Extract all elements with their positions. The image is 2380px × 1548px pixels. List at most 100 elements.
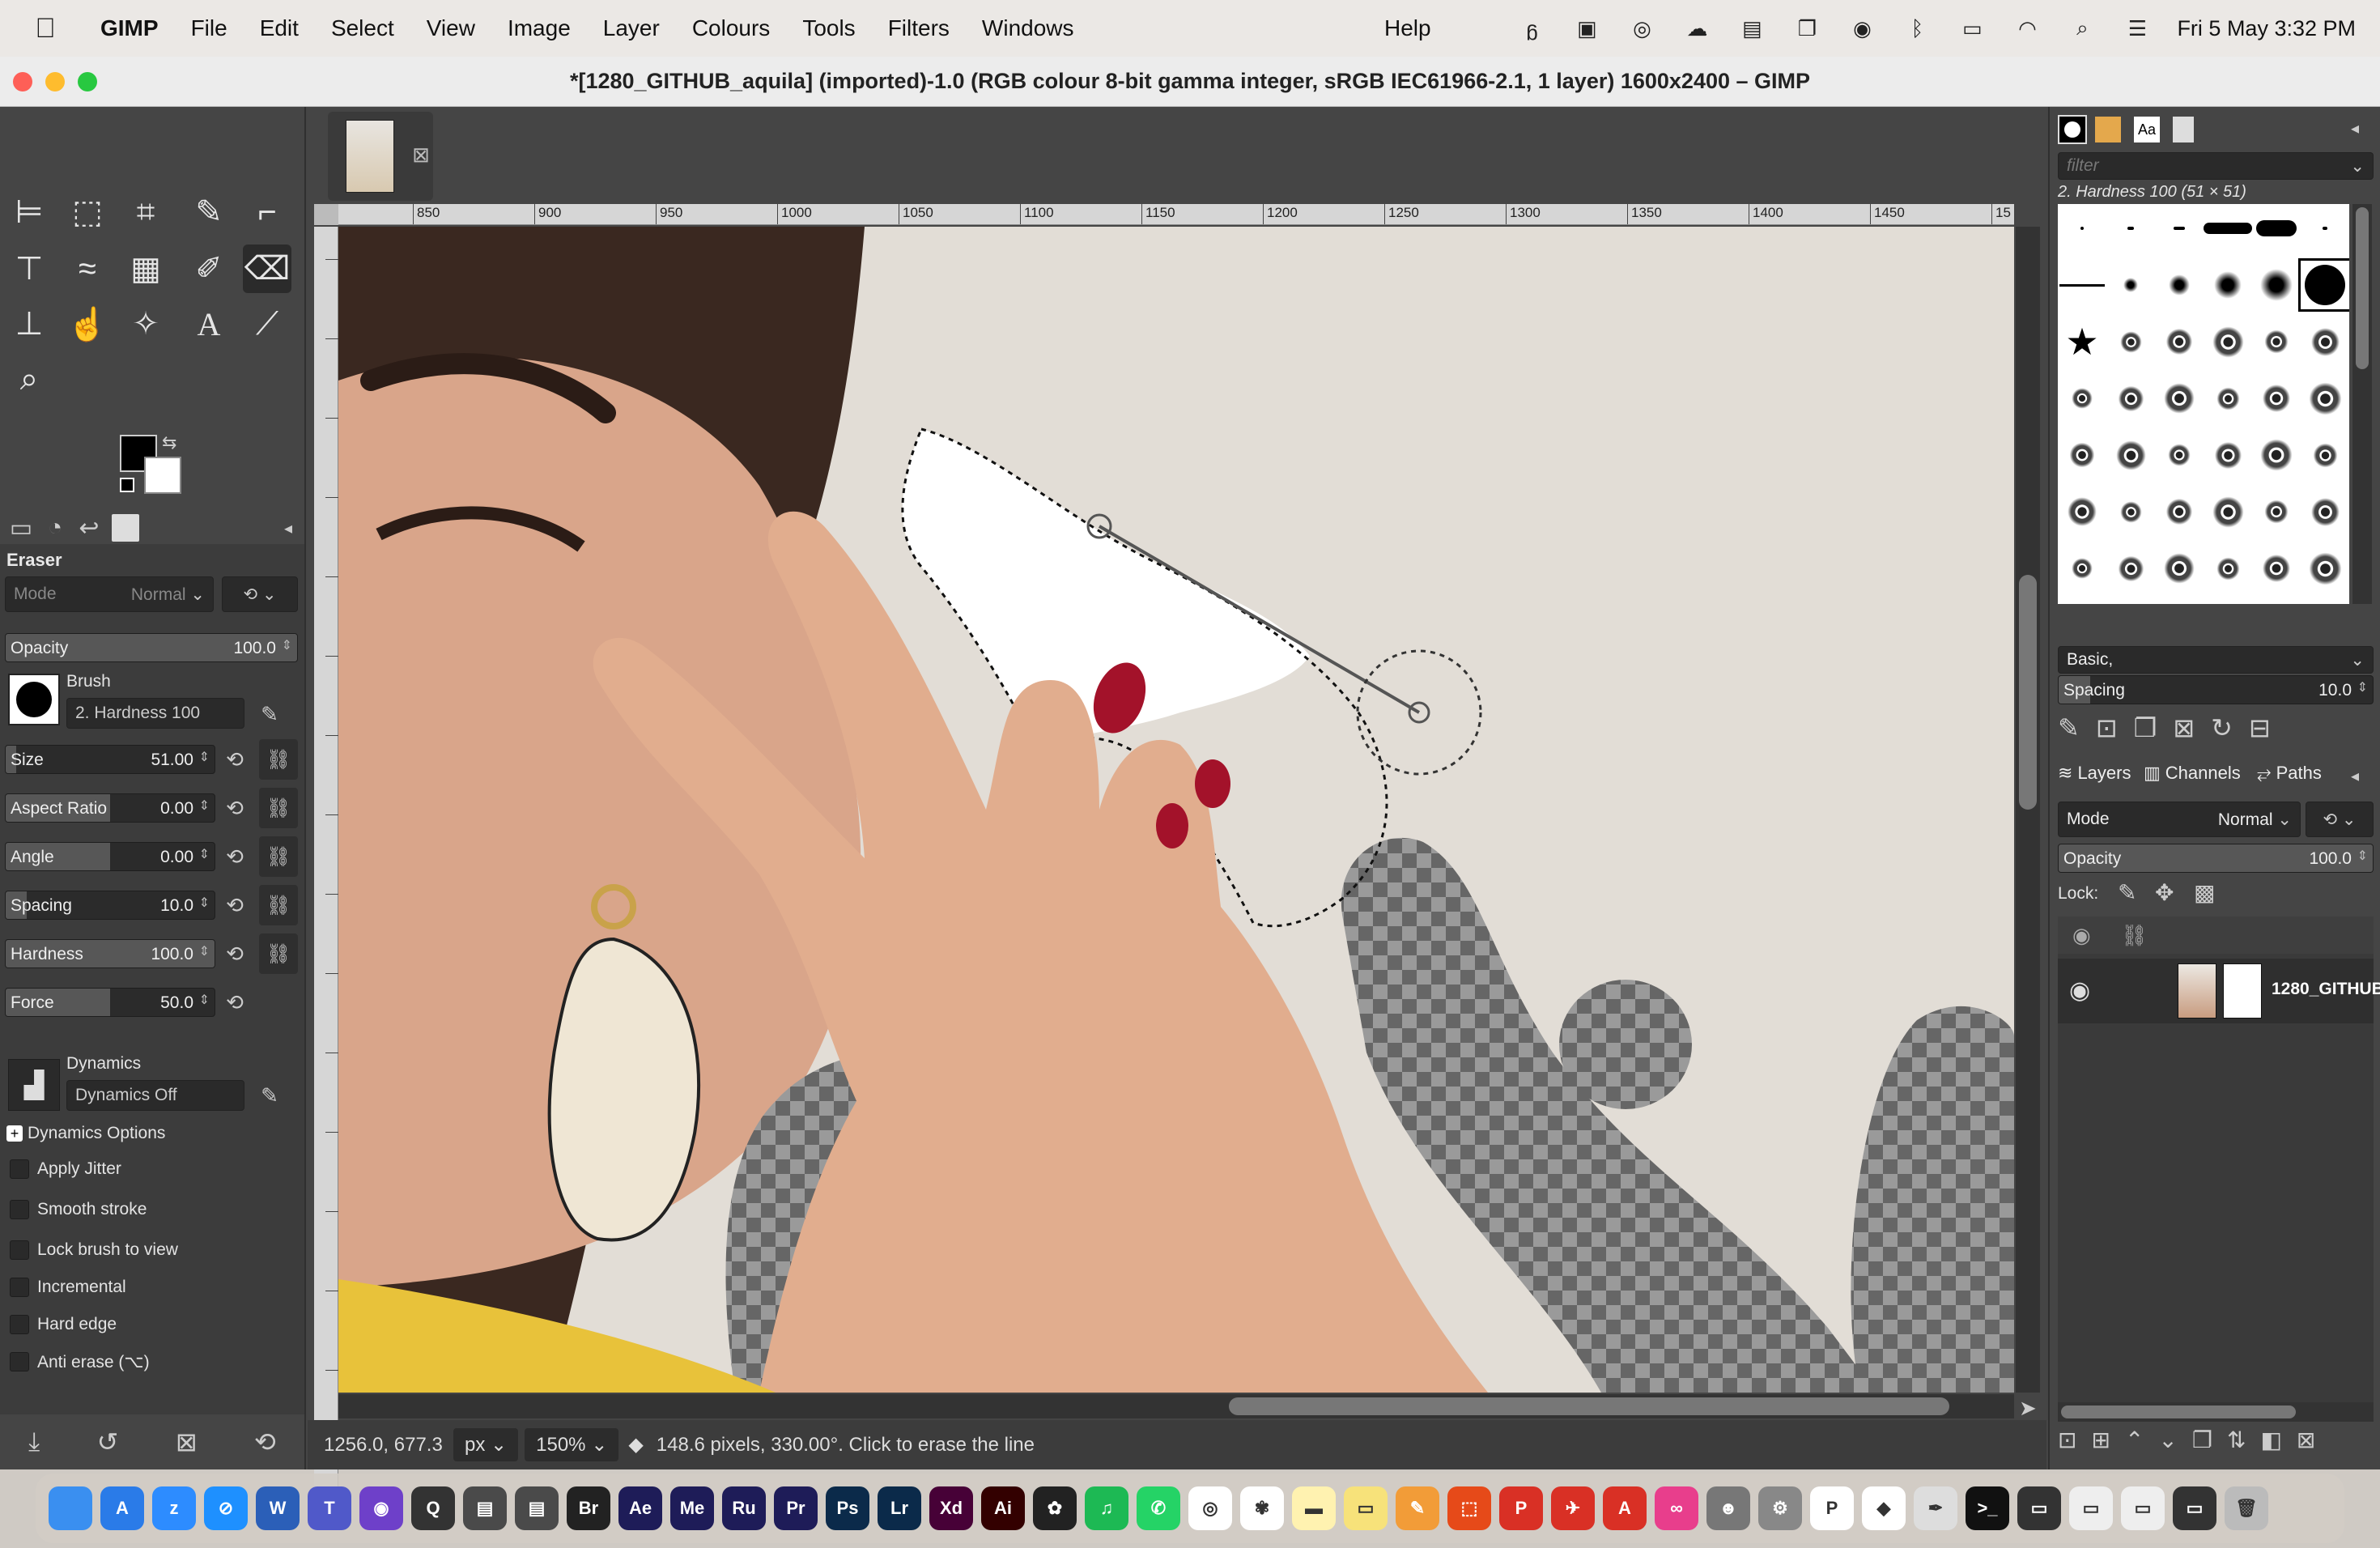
image-canvas[interactable] [338,227,2014,1393]
link-to-brush-icon[interactable]: ⛓ [259,788,298,828]
brush-thumbnail[interactable] [2252,487,2301,536]
unified-transform-tool-icon[interactable]: ⊤ [5,245,53,293]
smooth-stroke-checkbox[interactable] [10,1200,29,1219]
rush-icon[interactable]: Ru [722,1486,766,1530]
zoom-window-button[interactable] [78,72,97,91]
brush-grid[interactable]: ★ [2058,204,2349,604]
notification-app-icon[interactable]: ▤ [1736,16,1767,40]
slider-aspect-ratio[interactable]: Aspect Ratio 0.00 ⇕ [5,793,215,823]
layer-row[interactable]: ◉ 1280_GITHUB [2058,959,2380,1023]
layer-name[interactable]: 1280_GITHUB [2272,980,2380,999]
swap-colors-icon[interactable]: ⇆ [162,432,176,453]
brush-thumbnail[interactable] [2058,544,2106,593]
app-menu[interactable]: GIMP [84,15,175,41]
brush-thumbnail[interactable] [2204,544,2252,593]
device-status-tab-icon[interactable]: ◔ [39,512,71,544]
apply-jitter-checkbox[interactable] [10,1159,29,1179]
dynamics-field[interactable]: Dynamics Off [66,1080,244,1111]
brush-thumbnail[interactable] [2155,261,2204,309]
brush-thumbnail[interactable] [2058,374,2106,423]
menu-help[interactable]: Help [1368,15,1447,41]
text-tool-icon[interactable]: A [185,300,233,348]
hard-edge-checkbox[interactable] [10,1315,29,1334]
airdrop-icon[interactable]: ◉ [1847,16,1877,40]
cloud-app-icon[interactable]: ☁ [1681,16,1712,40]
brush-thumbnail[interactable]: ★ [2058,317,2106,366]
preview-icon[interactable]: ▭ [2173,1486,2216,1530]
chrome-icon[interactable]: ◎ [1188,1486,1232,1530]
brush-thumbnail[interactable] [2106,431,2155,479]
trash-icon[interactable]: 🗑 [2225,1486,2268,1530]
brush-thumbnail[interactable] [2155,374,2204,423]
reset-icon[interactable]: ⟲ [223,844,247,869]
layers-hscroll[interactable] [2058,1402,2374,1422]
delete-layer-icon[interactable]: ⊠ [2297,1427,2315,1453]
paintbrush-tool-icon[interactable]: ✐ [185,245,233,293]
brush-thumbnail[interactable] [2155,431,2204,479]
menu-filters[interactable]: Filters [872,15,966,41]
github-desktop-icon[interactable]: ◉ [359,1486,403,1530]
app-store-icon[interactable]: A [100,1486,144,1530]
zoom-icon[interactable]: z [152,1486,196,1530]
delete-options-icon[interactable]: ⊠ [176,1427,198,1457]
brush-thumbnail[interactable] [2204,487,2252,536]
spotlight-search-icon[interactable]: ⌕ [2067,15,2097,40]
brush-name-field[interactable]: 2. Hardness 100 [66,698,244,729]
reset-icon[interactable]: ⟲ [223,990,247,1014]
link-to-brush-icon[interactable]: ⛓ [259,885,298,925]
link-to-brush-icon[interactable]: ⛓ [259,739,298,780]
anti-erase-checkbox[interactable] [10,1352,29,1372]
photos-icon[interactable]: ✾ [1240,1486,1284,1530]
slider-force[interactable]: Force 50.0 ⇕ [5,988,215,1017]
stickies-icon[interactable]: ▭ [1344,1486,1388,1530]
inkscape-icon[interactable]: ◆ [1862,1486,1906,1530]
brush-thumbnail[interactable] [2301,431,2349,479]
minimize-window-button[interactable] [45,72,65,91]
tab-channels[interactable]: ▥ Channels [2144,763,2241,784]
creative-cloud-icon[interactable]: ∞ [1655,1486,1698,1530]
duplicate-layer-icon[interactable]: ❐ [2192,1427,2212,1453]
horizontal-scrollbar[interactable] [338,1394,2014,1418]
save-options-icon[interactable]: ⤓ [28,1427,40,1457]
configure-tab-icon[interactable]: ◂ [272,512,304,544]
edit-brush-dock-icon[interactable]: ✎ [2058,712,2080,743]
link-to-brush-icon[interactable]: ⛓ [259,836,298,877]
add-mask-icon[interactable]: ◧ [2260,1427,2281,1453]
brush-spacing-slider[interactable]: Spacing 10.0 ⇕ [2058,675,2374,704]
brush-thumbnail[interactable] [2106,374,2155,423]
vertical-scroll-thumb[interactable] [2019,575,2037,810]
brush-filter-input[interactable]: filter ⌄ [2058,152,2374,180]
tab-layers[interactable]: ≋ Layers [2058,763,2131,784]
folder-icon[interactable]: ▤ [463,1486,507,1530]
brush-thumbnail[interactable] [2252,317,2301,366]
acrobat-icon[interactable]: ✈ [1551,1486,1595,1530]
brush-thumbnail[interactable] [2204,431,2252,479]
selected-brush-thumbnail[interactable] [2298,258,2349,312]
layers-dock-menu-icon[interactable]: ◂ [2351,766,2359,786]
brush-scrollbar[interactable] [2352,204,2372,604]
terminal-icon[interactable]: >_ [1966,1486,2009,1530]
window-icon[interactable]: ❐ [1791,16,1822,40]
after-effects-icon[interactable]: Ae [618,1486,662,1530]
wifi-icon[interactable]: ◠ [2012,16,2042,40]
display-icon[interactable]: ▭ [2121,1486,2165,1530]
layer-visibility-eye-icon[interactable]: ◉ [2069,976,2090,1005]
brush-thumbnail[interactable] [2252,431,2301,479]
brush-thumbnail[interactable] [2106,204,2155,253]
powerpoint-icon[interactable]: P [1810,1486,1854,1530]
dynamics-options-expander[interactable]: + Dynamics Options [6,1124,165,1143]
brush-thumbnail[interactable] [2204,374,2252,423]
dock-menu-icon[interactable]: ◂ [2351,118,2359,138]
slider-spacing[interactable]: Spacing 10.0 ⇕ [5,891,215,920]
reset-icon[interactable]: ⟲ [223,747,247,772]
mode-select[interactable]: Mode Normal ⌄ [5,576,214,612]
brush-thumbnail[interactable] [2106,487,2155,536]
restore-options-icon[interactable]: ↺ [97,1427,119,1457]
whatsapp-icon[interactable]: ✆ [1137,1486,1180,1530]
safari-icon[interactable]: ⊘ [204,1486,248,1530]
default-colors-icon[interactable] [120,478,134,492]
menu-colours[interactable]: Colours [676,15,786,41]
brush-thumbnail[interactable] [2301,204,2349,253]
link-to-brush-icon[interactable]: ⛓ [259,933,298,974]
lower-layer-icon[interactable]: ⌄ [2158,1427,2177,1453]
